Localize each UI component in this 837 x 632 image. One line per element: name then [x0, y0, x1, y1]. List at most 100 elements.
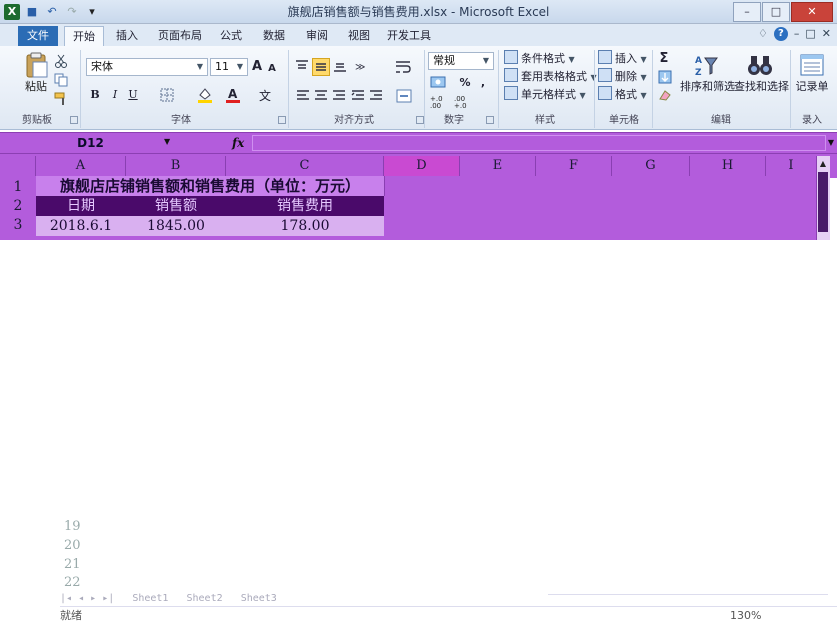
row-header-2[interactable]: 2: [0, 197, 36, 216]
fill-color-icon[interactable]: [196, 86, 214, 104]
close-button[interactable]: ✕: [791, 2, 833, 22]
font-launcher-icon[interactable]: [278, 116, 286, 124]
grow-font-button[interactable]: A: [250, 58, 264, 76]
format-painter-icon[interactable]: [54, 92, 68, 106]
alignment-launcher-icon[interactable]: [416, 116, 424, 124]
workbook-restore-icon[interactable]: □: [805, 27, 815, 41]
comma-button[interactable]: ,: [478, 74, 488, 92]
workbook-minimize-icon[interactable]: –: [794, 27, 800, 41]
borders-icon[interactable]: [160, 88, 174, 102]
phonetic-icon[interactable]: 文: [258, 86, 276, 104]
orientation-icon[interactable]: ≫: [354, 58, 374, 74]
formula-input[interactable]: [252, 135, 826, 151]
find-select-button[interactable]: 查找和选择: [734, 52, 789, 94]
clear-icon[interactable]: [658, 88, 672, 102]
workbook-close-icon[interactable]: ✕: [822, 27, 831, 41]
column-header-e[interactable]: E: [460, 156, 536, 176]
align-middle-button[interactable]: [312, 58, 330, 76]
bold-button[interactable]: B: [88, 86, 102, 104]
merge-center-icon[interactable]: [396, 88, 418, 104]
zoom-level[interactable]: 130%: [730, 607, 761, 625]
tab-view[interactable]: 视图: [342, 26, 376, 46]
select-all-corner[interactable]: [0, 156, 36, 176]
tab-formulas[interactable]: 公式: [214, 26, 248, 46]
column-header-h[interactable]: H: [690, 156, 766, 176]
delete-cells-button[interactable]: 删除 ▼: [598, 68, 647, 86]
help-icon[interactable]: ?: [773, 27, 788, 41]
paste-label[interactable]: 粘贴: [20, 80, 52, 94]
sort-filter-button[interactable]: AZ 排序和筛选: [680, 52, 735, 94]
scrollbar-thumb[interactable]: [818, 172, 828, 232]
chevron-down-icon[interactable]: ▼: [164, 136, 174, 148]
customize-qat-icon[interactable]: ▾: [84, 4, 100, 20]
minimize-button[interactable]: –: [733, 2, 761, 22]
undo-icon[interactable]: ↶: [44, 4, 60, 20]
next-sheet-icon[interactable]: ▸: [90, 593, 96, 604]
number-format-field[interactable]: 常规 ▼: [428, 52, 494, 70]
column-header-c[interactable]: C: [226, 156, 384, 176]
tab-home[interactable]: 开始: [64, 26, 104, 46]
insert-cells-button[interactable]: 插入 ▼: [598, 50, 647, 68]
cell-c3[interactable]: 178.00: [226, 216, 384, 236]
tab-review[interactable]: 审阅: [300, 26, 334, 46]
column-header-g[interactable]: G: [612, 156, 690, 176]
row-header-22[interactable]: 22: [64, 574, 94, 592]
tab-file[interactable]: 文件: [18, 26, 58, 46]
percent-button[interactable]: %: [458, 74, 472, 92]
header-cell-date[interactable]: 日期: [36, 196, 126, 216]
horizontal-scrollbar[interactable]: [548, 594, 828, 604]
row-header-20[interactable]: 20: [64, 537, 94, 555]
cell-styles-button[interactable]: 单元格样式 ▼: [504, 86, 586, 104]
column-header-i[interactable]: I: [766, 156, 816, 176]
column-header-d[interactable]: D: [384, 156, 460, 176]
autosum-button[interactable]: Σ: [656, 50, 672, 68]
column-header-f[interactable]: F: [536, 156, 612, 176]
italic-button[interactable]: I: [108, 86, 122, 104]
tab-developer[interactable]: 开发工具: [384, 26, 434, 46]
cell-a3[interactable]: 2018.6.1: [36, 216, 126, 236]
tab-sheet3[interactable]: Sheet3: [241, 593, 277, 604]
title-cell[interactable]: 旗舰店店铺销售额和销售费用（单位：万元）: [36, 176, 384, 196]
save-icon[interactable]: ■: [24, 4, 40, 20]
row-header-1[interactable]: 1: [0, 178, 36, 197]
cut-icon[interactable]: [54, 54, 68, 68]
align-bottom-icon[interactable]: [332, 58, 348, 74]
column-header-b[interactable]: B: [126, 156, 226, 176]
scroll-up-icon[interactable]: ▲: [818, 158, 828, 170]
align-top-icon[interactable]: [294, 58, 310, 74]
row-header-19[interactable]: 19: [64, 518, 94, 536]
font-name-field[interactable]: 宋体 ▼: [86, 58, 208, 76]
name-box[interactable]: D12: [8, 134, 173, 152]
redo-icon[interactable]: ↷: [64, 4, 80, 20]
tab-insert[interactable]: 插入: [110, 26, 144, 46]
header-cell-sales[interactable]: 销售额: [126, 196, 226, 216]
tab-page-layout[interactable]: 页面布局: [152, 26, 208, 46]
record-form-button[interactable]: 记录单: [792, 52, 832, 94]
conditional-format-button[interactable]: 条件格式 ▼: [504, 50, 575, 68]
increase-decimal-button[interactable]: +.0 .00: [430, 96, 452, 110]
decrease-decimal-button[interactable]: .00 +.0: [454, 96, 476, 110]
collapse-ribbon-icon[interactable]: ♢: [758, 27, 768, 41]
font-color-icon[interactable]: A: [224, 86, 242, 104]
first-sheet-icon[interactable]: |◂: [60, 593, 72, 604]
currency-icon[interactable]: [430, 74, 452, 90]
shrink-font-button[interactable]: A: [266, 60, 278, 78]
column-header-a[interactable]: A: [36, 156, 126, 176]
wrap-text-icon[interactable]: [394, 58, 412, 76]
format-as-table-button[interactable]: 套用表格格式 ▼: [504, 68, 597, 86]
tab-data[interactable]: 数据: [257, 26, 291, 46]
paste-icon[interactable]: [22, 52, 50, 80]
underline-button[interactable]: U: [126, 86, 140, 104]
cell-b3[interactable]: 1845.00: [126, 216, 226, 236]
row-header-3[interactable]: 3: [0, 216, 36, 235]
row-header-21[interactable]: 21: [64, 556, 94, 574]
last-sheet-icon[interactable]: ▸|: [102, 593, 114, 604]
prev-sheet-icon[interactable]: ◂: [78, 593, 84, 604]
copy-icon[interactable]: [54, 73, 68, 87]
fill-icon[interactable]: [658, 70, 672, 84]
number-launcher-icon[interactable]: [486, 116, 494, 124]
insert-function-button[interactable]: fx: [232, 134, 248, 152]
header-cell-expense[interactable]: 销售费用: [226, 196, 384, 216]
clipboard-launcher-icon[interactable]: [70, 116, 78, 124]
format-cells-button[interactable]: 格式 ▼: [598, 86, 647, 104]
